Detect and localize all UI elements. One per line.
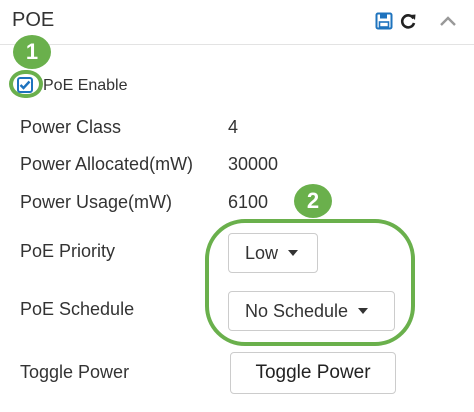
- caret-down-icon: [288, 250, 299, 256]
- toggle-power-label: Toggle Power: [20, 362, 130, 382]
- poe-priority-value: Low: [245, 242, 279, 263]
- callout-badge-2: 2: [294, 184, 332, 218]
- power-class-value: 4: [228, 117, 239, 137]
- chevron-up-icon: [440, 16, 456, 26]
- caret-down-icon: [358, 308, 369, 314]
- save-button[interactable]: [372, 8, 396, 34]
- power-class-label: Power Class: [20, 117, 122, 137]
- poe-enable-label: PoE Enable: [43, 77, 128, 94]
- poe-priority-label: PoE Priority: [20, 241, 116, 261]
- power-usage-value: 6100: [228, 192, 269, 212]
- refresh-button[interactable]: [396, 8, 420, 34]
- poe-enable-checkbox[interactable]: [17, 77, 33, 93]
- poe-priority-select[interactable]: Low: [228, 233, 318, 273]
- panel-title: POE: [12, 9, 55, 31]
- poe-schedule-select[interactable]: No Schedule: [228, 291, 395, 331]
- checkmark-icon: [19, 80, 31, 90]
- toggle-power-button[interactable]: Toggle Power: [230, 352, 396, 394]
- power-allocated-value: 30000: [228, 154, 279, 174]
- collapse-button[interactable]: [434, 8, 462, 34]
- callout-badge-1: 1: [13, 35, 51, 69]
- power-usage-label: Power Usage(mW): [20, 192, 173, 212]
- save-icon: [375, 12, 393, 30]
- poe-schedule-label: PoE Schedule: [20, 299, 135, 319]
- poe-schedule-value: No Schedule: [245, 300, 349, 321]
- power-allocated-label: Power Allocated(mW): [20, 154, 194, 174]
- refresh-icon: [400, 14, 416, 29]
